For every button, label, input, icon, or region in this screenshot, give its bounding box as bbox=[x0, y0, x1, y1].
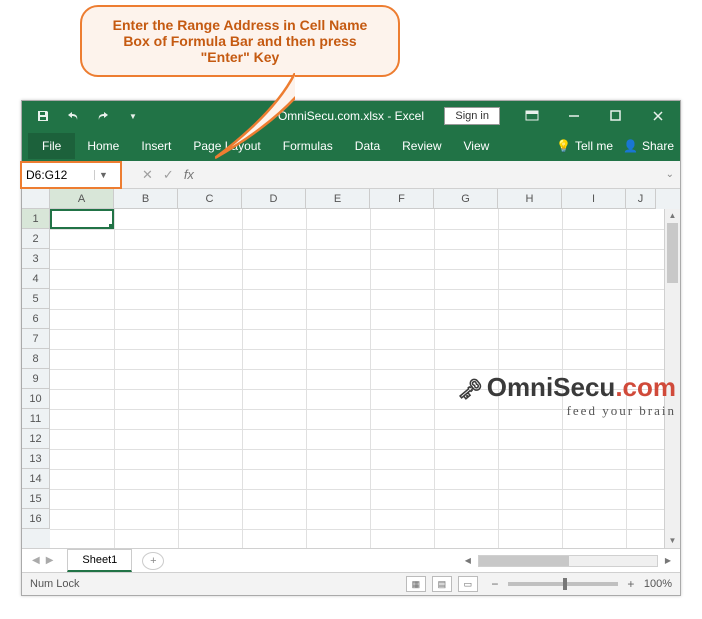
row-header[interactable]: 11 bbox=[22, 409, 50, 429]
tellme-button[interactable]: 💡 Tell me bbox=[556, 139, 613, 153]
row-header[interactable]: 3 bbox=[22, 249, 50, 269]
watermark-slogan: feed your brain bbox=[457, 403, 676, 419]
titlebar: ▼ OmniSecu.com.xlsx - Excel Sign in bbox=[22, 101, 680, 131]
view-pagebreak-icon[interactable]: ▭ bbox=[458, 576, 478, 592]
callout-pointer bbox=[215, 73, 295, 163]
ribbon-display-icon[interactable] bbox=[512, 102, 552, 130]
qat-dropdown-icon[interactable]: ▼ bbox=[120, 103, 146, 129]
col-header[interactable]: G bbox=[434, 189, 498, 209]
tab-data[interactable]: Data bbox=[345, 133, 390, 159]
key-icon: 🗝 bbox=[457, 377, 482, 402]
col-header[interactable]: I bbox=[562, 189, 626, 209]
row-header[interactable]: 6 bbox=[22, 309, 50, 329]
fx-icon[interactable]: fx bbox=[184, 167, 194, 182]
callout-text: Enter the Range Address in Cell Name Box… bbox=[113, 17, 368, 65]
name-box-dropdown-icon[interactable]: ▼ bbox=[94, 170, 112, 180]
view-pagelayout-icon[interactable]: ▤ bbox=[432, 576, 452, 592]
maximize-icon[interactable] bbox=[596, 102, 636, 130]
sheet-nav-next-icon[interactable]: ▶ bbox=[46, 555, 54, 566]
hscroll-right-icon[interactable]: ▶ bbox=[662, 556, 674, 565]
redo-icon[interactable] bbox=[90, 103, 116, 129]
tab-review[interactable]: Review bbox=[392, 133, 451, 159]
row-header[interactable]: 10 bbox=[22, 389, 50, 409]
col-header[interactable]: E bbox=[306, 189, 370, 209]
zoom-out-button[interactable]: − bbox=[488, 577, 502, 591]
row-header[interactable]: 16 bbox=[22, 509, 50, 529]
row-header[interactable]: 14 bbox=[22, 469, 50, 489]
signin-button[interactable]: Sign in bbox=[444, 107, 500, 125]
save-icon[interactable] bbox=[30, 103, 56, 129]
select-all-corner[interactable] bbox=[22, 189, 50, 209]
tab-view[interactable]: View bbox=[454, 133, 500, 159]
sheet-tab[interactable]: Sheet1 bbox=[67, 549, 132, 572]
window-title: OmniSecu.com.xlsx - Excel bbox=[278, 109, 424, 123]
lightbulb-icon: 💡 bbox=[556, 139, 571, 153]
sheet-nav-prev-icon[interactable]: ◀ bbox=[32, 555, 40, 566]
share-button[interactable]: 👤 Share bbox=[623, 139, 674, 153]
enter-icon[interactable]: ✓ bbox=[163, 167, 174, 183]
expand-formula-bar-icon[interactable]: ⌄ bbox=[666, 169, 674, 180]
formula-bar: ▼ ✕ ✓ fx ⌄ bbox=[22, 161, 680, 189]
col-header[interactable]: H bbox=[498, 189, 562, 209]
horizontal-scrollbar[interactable] bbox=[478, 555, 658, 567]
excel-window: ▼ OmniSecu.com.xlsx - Excel Sign in File… bbox=[21, 100, 681, 596]
cancel-icon[interactable]: ✕ bbox=[142, 167, 153, 183]
name-box[interactable]: ▼ bbox=[20, 161, 122, 189]
scroll-up-icon[interactable]: ▲ bbox=[665, 209, 680, 223]
zoom-slider[interactable] bbox=[508, 582, 618, 586]
col-header[interactable]: B bbox=[114, 189, 178, 209]
col-header[interactable]: C bbox=[178, 189, 242, 209]
numlock-indicator: Num Lock bbox=[30, 578, 80, 590]
name-box-input[interactable] bbox=[22, 166, 94, 184]
row-header[interactable]: 15 bbox=[22, 489, 50, 509]
col-header[interactable]: A bbox=[50, 189, 114, 209]
row-header[interactable]: 4 bbox=[22, 269, 50, 289]
minimize-icon[interactable] bbox=[554, 102, 594, 130]
hscroll-left-icon[interactable]: ◀ bbox=[462, 556, 474, 565]
row-header[interactable]: 2 bbox=[22, 229, 50, 249]
help-callout: Enter the Range Address in Cell Name Box… bbox=[80, 5, 400, 77]
zoom-in-button[interactable]: + bbox=[624, 577, 638, 591]
undo-icon[interactable] bbox=[60, 103, 86, 129]
tab-insert[interactable]: Insert bbox=[131, 133, 181, 159]
view-normal-icon[interactable]: ▦ bbox=[406, 576, 426, 592]
row-header[interactable]: 12 bbox=[22, 429, 50, 449]
row-header[interactable]: 1 bbox=[22, 209, 50, 229]
close-icon[interactable] bbox=[638, 102, 678, 130]
sheet-tabs-bar: ◀ ▶ Sheet1 + ◀ ▶ bbox=[22, 549, 680, 573]
ribbon: File Home Insert Page Layout Formulas Da… bbox=[22, 131, 680, 161]
row-header[interactable]: 8 bbox=[22, 349, 50, 369]
active-cell[interactable] bbox=[50, 209, 114, 229]
col-header[interactable]: D bbox=[242, 189, 306, 209]
scroll-thumb[interactable] bbox=[667, 223, 678, 283]
worksheet-area: A B C D E F G H I J 1 2 3 4 5 6 7 8 9 10 bbox=[22, 189, 680, 549]
row-header[interactable]: 7 bbox=[22, 329, 50, 349]
watermark: 🗝 OmniSecu.com feed your brain bbox=[457, 372, 676, 419]
row-header[interactable]: 13 bbox=[22, 449, 50, 469]
tab-file[interactable]: File bbox=[28, 133, 75, 159]
hscroll-thumb[interactable] bbox=[479, 556, 569, 566]
scroll-down-icon[interactable]: ▼ bbox=[665, 534, 680, 548]
status-bar: Num Lock ▦ ▤ ▭ − + 100% bbox=[22, 573, 680, 595]
tab-home[interactable]: Home bbox=[77, 133, 129, 159]
col-header[interactable]: F bbox=[370, 189, 434, 209]
col-header[interactable]: J bbox=[626, 189, 656, 209]
share-icon: 👤 bbox=[623, 139, 638, 153]
zoom-level[interactable]: 100% bbox=[644, 578, 672, 590]
add-sheet-button[interactable]: + bbox=[142, 552, 164, 570]
row-header[interactable]: 5 bbox=[22, 289, 50, 309]
row-header[interactable]: 9 bbox=[22, 369, 50, 389]
